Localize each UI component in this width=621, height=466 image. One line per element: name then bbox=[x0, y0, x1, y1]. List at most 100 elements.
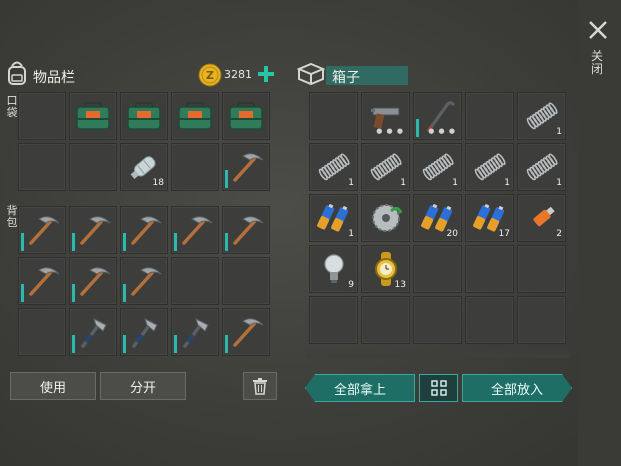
empty-slot[interactable] bbox=[18, 308, 66, 356]
slot-hatchet[interactable] bbox=[69, 308, 117, 356]
use-button[interactable]: 使用 bbox=[10, 372, 96, 400]
plus-icon bbox=[258, 66, 274, 82]
empty-slot[interactable] bbox=[69, 143, 117, 191]
add-coins-button[interactable] bbox=[256, 64, 276, 84]
slot-pickaxe[interactable] bbox=[120, 206, 168, 254]
spring-icon bbox=[523, 99, 561, 133]
pickaxe-icon bbox=[176, 211, 214, 249]
green-toolbox-icon bbox=[177, 101, 213, 131]
empty-slot[interactable] bbox=[465, 296, 514, 344]
durability-bar bbox=[174, 335, 177, 353]
trash-icon bbox=[253, 378, 267, 395]
durability-bar bbox=[123, 284, 126, 302]
svg-text:Z: Z bbox=[206, 69, 214, 82]
empty-slot[interactable] bbox=[309, 92, 358, 140]
empty-slot[interactable] bbox=[171, 143, 219, 191]
durability-bar bbox=[225, 335, 228, 353]
slot-pistol[interactable]: ● ● ● bbox=[361, 92, 410, 140]
slot-usb-stick[interactable]: 2 bbox=[517, 194, 566, 242]
saw-blade-icon bbox=[367, 199, 405, 237]
green-toolbox-icon bbox=[228, 101, 264, 131]
coin-icon: Z bbox=[198, 63, 222, 87]
slot-spring[interactable]: 1 bbox=[309, 143, 358, 191]
grid-sort-icon bbox=[430, 380, 447, 396]
slot-pickaxe[interactable] bbox=[18, 257, 66, 305]
slot-hatchet[interactable] bbox=[120, 308, 168, 356]
slot-pickaxe[interactable] bbox=[69, 206, 117, 254]
item-count: 18 bbox=[152, 178, 164, 188]
empty-slot[interactable] bbox=[222, 257, 270, 305]
slot-pickaxe[interactable] bbox=[222, 206, 270, 254]
slot-pickaxe[interactable] bbox=[222, 308, 270, 356]
slot-plastic-bottle[interactable]: 18 bbox=[120, 143, 168, 191]
empty-slot[interactable] bbox=[171, 257, 219, 305]
usb-stick-icon bbox=[524, 200, 560, 236]
coin-count: 3281 bbox=[224, 68, 252, 81]
durability-bar bbox=[416, 119, 419, 137]
ammo-dots-icon: ● ● ● bbox=[428, 127, 456, 135]
batteries-icon bbox=[315, 200, 353, 236]
close-label[interactable]: 关闭 bbox=[591, 50, 603, 76]
empty-slot[interactable] bbox=[465, 245, 514, 293]
spring-icon bbox=[315, 150, 353, 184]
slot-gold-watch[interactable]: 13 bbox=[361, 245, 410, 293]
empty-slot[interactable] bbox=[18, 92, 66, 140]
slot-spring[interactable]: 1 bbox=[517, 143, 566, 191]
durability-bar bbox=[72, 335, 75, 353]
slot-batteries[interactable]: 20 bbox=[413, 194, 462, 242]
slot-batteries[interactable]: 17 bbox=[465, 194, 514, 242]
empty-slot[interactable] bbox=[309, 296, 358, 344]
pickaxe-icon bbox=[227, 148, 265, 186]
spring-icon bbox=[367, 150, 405, 184]
split-button[interactable]: 分开 bbox=[100, 372, 186, 400]
durability-bar bbox=[21, 233, 24, 251]
empty-slot[interactable] bbox=[413, 245, 462, 293]
slot-green-toolbox[interactable] bbox=[222, 92, 270, 140]
slot-spring[interactable]: 1 bbox=[465, 143, 514, 191]
slot-pickaxe[interactable] bbox=[69, 257, 117, 305]
empty-slot[interactable] bbox=[413, 296, 462, 344]
slot-light-bulb[interactable]: 9 bbox=[309, 245, 358, 293]
durability-bar bbox=[72, 233, 75, 251]
slot-pickaxe[interactable] bbox=[18, 206, 66, 254]
hatchet-icon bbox=[74, 313, 112, 351]
close-icon bbox=[589, 21, 607, 39]
box-title: 箱子 bbox=[332, 70, 360, 86]
pocket-label: 口袋 bbox=[6, 94, 18, 119]
slot-saw-blade[interactable] bbox=[361, 194, 410, 242]
sort-button[interactable] bbox=[419, 374, 458, 402]
close-button[interactable] bbox=[585, 17, 611, 43]
slot-pickaxe[interactable] bbox=[120, 257, 168, 305]
slot-crowbar[interactable]: ● ● ● bbox=[413, 92, 462, 140]
slot-spring[interactable]: 1 bbox=[361, 143, 410, 191]
empty-slot[interactable] bbox=[18, 143, 66, 191]
empty-slot[interactable] bbox=[517, 296, 566, 344]
slot-batteries[interactable]: 1 bbox=[309, 194, 358, 242]
box-icon bbox=[297, 62, 325, 86]
slot-green-toolbox[interactable] bbox=[69, 92, 117, 140]
empty-slot[interactable] bbox=[361, 296, 410, 344]
item-count: 9 bbox=[348, 280, 354, 290]
empty-slot[interactable] bbox=[465, 92, 514, 140]
item-count: 1 bbox=[400, 178, 406, 188]
durability-bar bbox=[225, 170, 228, 188]
empty-slot[interactable] bbox=[517, 245, 566, 293]
put-all-button[interactable]: 全部放入 bbox=[462, 374, 572, 402]
slot-spring[interactable]: 1 bbox=[413, 143, 462, 191]
durability-bar bbox=[123, 335, 126, 353]
spring-icon bbox=[523, 150, 561, 184]
slot-pickaxe[interactable] bbox=[171, 206, 219, 254]
spring-icon bbox=[471, 150, 509, 184]
slot-pickaxe[interactable] bbox=[222, 143, 270, 191]
take-all-button[interactable]: 全部拿上 bbox=[305, 374, 415, 402]
item-count: 13 bbox=[394, 280, 406, 290]
slot-green-toolbox[interactable] bbox=[120, 92, 168, 140]
item-count: 1 bbox=[556, 127, 562, 137]
trash-button[interactable] bbox=[243, 372, 277, 400]
slot-hatchet[interactable] bbox=[171, 308, 219, 356]
durability-bar bbox=[225, 233, 228, 251]
pickaxe-icon bbox=[74, 211, 112, 249]
slot-green-toolbox[interactable] bbox=[171, 92, 219, 140]
slot-spring[interactable]: 1 bbox=[517, 92, 566, 140]
item-count: 1 bbox=[556, 178, 562, 188]
